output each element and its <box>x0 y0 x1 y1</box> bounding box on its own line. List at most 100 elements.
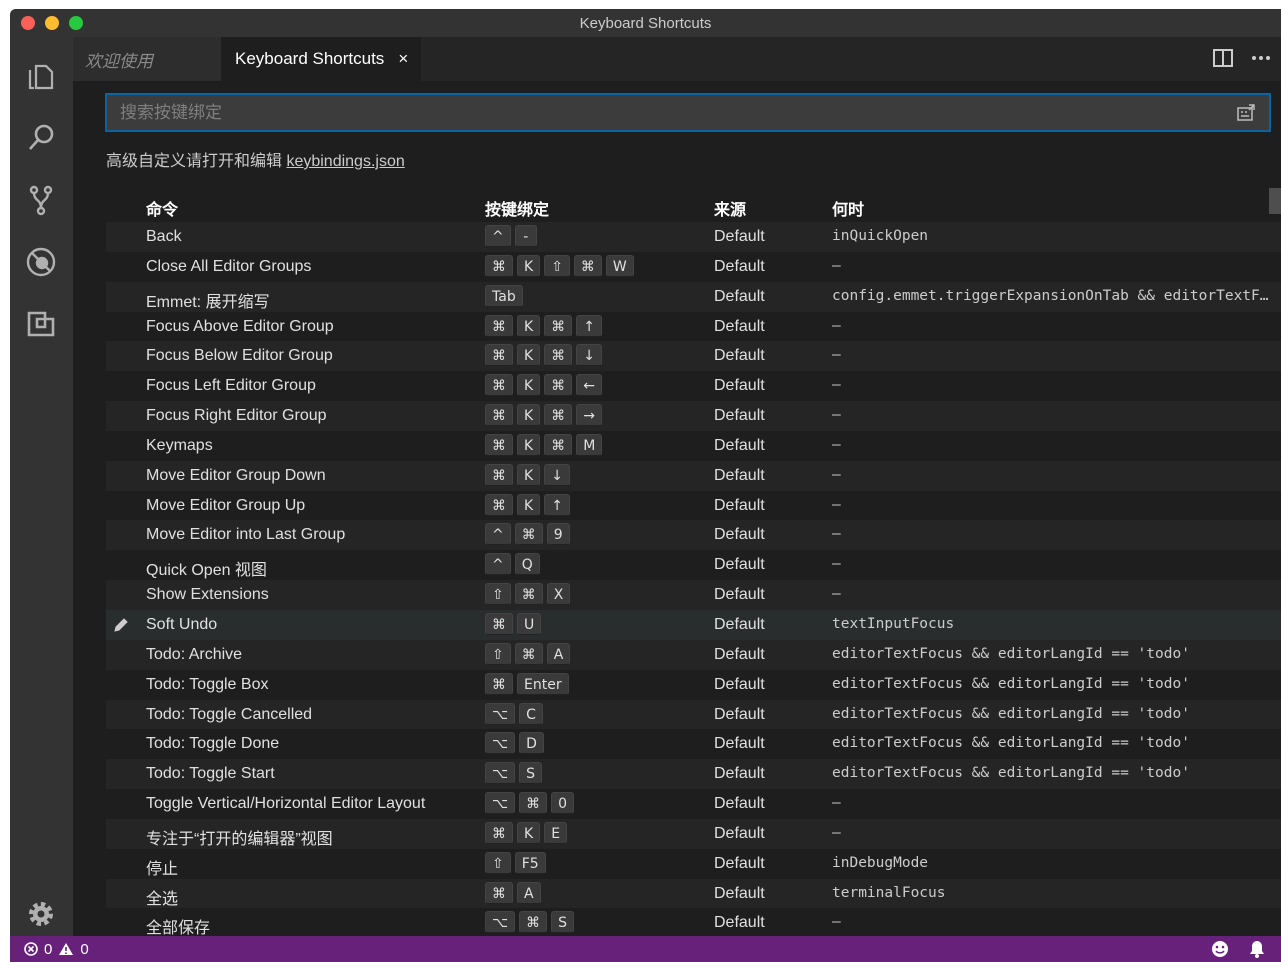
when-cell: editorTextFocus && editorLangId == 'todo… <box>832 645 1190 662</box>
gear-icon[interactable] <box>24 897 58 931</box>
source-cell: Default <box>714 914 765 932</box>
table-row[interactable]: 停止 ⇧ F5 Default inDebugMode <box>106 849 1281 879</box>
feedback-smiley-icon[interactable] <box>1211 940 1229 958</box>
key-cap: K <box>517 314 541 337</box>
table-row[interactable]: 全选 ⌘ A Default terminalFocus <box>106 878 1281 909</box>
tab-welcome[interactable]: 欢迎使用 <box>73 37 221 81</box>
command-cell: Focus Above Editor Group <box>146 317 334 335</box>
table-row[interactable]: Move Editor into Last Group ^ ⌘ 9 Default — <box>106 520 1281 551</box>
table-row[interactable]: Move Editor Group Up ⌘ K ↑ Default — <box>106 491 1281 521</box>
editor-actions <box>1213 49 1271 67</box>
tab-bar: 欢迎使用 Keyboard Shortcuts × <box>73 37 1281 81</box>
key-cap: ⇧ <box>485 583 511 606</box>
header-when[interactable]: 何时 <box>832 196 864 220</box>
key-cap: ⇧ <box>485 851 511 874</box>
source-cell: Default <box>714 526 765 544</box>
table-row[interactable]: Todo: Toggle Box ⌘ Enter Default editorTextF… <box>106 670 1281 700</box>
extensions-icon[interactable] <box>24 307 58 341</box>
key-cap: → <box>576 404 602 427</box>
table-row[interactable]: Quick Open 视图 ^ Q Default — <box>106 550 1281 580</box>
source-cell: Default <box>714 317 765 335</box>
keybinding-cell: ⌘ K ⌘ → <box>485 404 602 427</box>
table-row[interactable]: Emmet: 展开缩写 Tab Default config.emmet.trigge… <box>106 281 1281 312</box>
close-window-button[interactable] <box>21 16 35 30</box>
key-cap: W <box>605 254 634 277</box>
key-cap: K <box>517 344 541 367</box>
keybinding-cell: Tab <box>485 284 523 307</box>
source-control-icon[interactable] <box>24 183 58 217</box>
debug-icon[interactable] <box>24 245 58 279</box>
key-cap: ⇧ <box>485 642 511 665</box>
header-command[interactable]: 命令 <box>146 196 178 220</box>
keybindings-json-link[interactable]: keybindings.json <box>286 153 404 170</box>
key-cap: K <box>517 463 541 486</box>
table-row[interactable]: Focus Above Editor Group ⌘ K ⌘ ↑ Default — <box>106 312 1281 342</box>
table-row[interactable]: Todo: Toggle Cancelled ⌥ C Default editorTex… <box>106 699 1281 730</box>
record-keys-icon[interactable] <box>1237 104 1257 122</box>
keybinding-cell: ⇧ ⌘ A <box>485 642 571 665</box>
explorer-icon[interactable] <box>24 59 58 93</box>
source-cell: Default <box>714 615 765 633</box>
key-cap: U <box>517 612 542 635</box>
split-editor-icon[interactable] <box>1213 49 1233 67</box>
tab-keyboard-shortcuts[interactable]: Keyboard Shortcuts × <box>221 37 421 81</box>
search-icon[interactable] <box>24 121 58 155</box>
table-row[interactable]: Focus Right Editor Group ⌘ K ⌘ → Default — <box>106 401 1281 431</box>
key-cap: C <box>519 702 543 725</box>
close-tab-icon[interactable]: × <box>398 49 408 69</box>
table-row[interactable]: Soft Undo ⌘ U Default textInputFocus <box>106 609 1281 640</box>
key-cap: - <box>514 225 537 247</box>
command-cell: 全选 <box>146 890 179 908</box>
more-actions-icon[interactable] <box>1251 55 1271 61</box>
table-row[interactable]: Close All Editor Groups ⌘ K ⇧ ⌘ W Default — <box>106 252 1281 282</box>
key-cap: ⌘ <box>514 583 543 606</box>
key-cap: X <box>546 583 571 606</box>
when-cell: — <box>832 914 841 931</box>
table-row[interactable]: Todo: Archive ⇧ ⌘ A Default editorTextFocus &… <box>106 639 1281 670</box>
minimize-window-button[interactable] <box>45 16 59 30</box>
table-row[interactable]: Show Extensions ⇧ ⌘ X Default — <box>106 580 1281 610</box>
notifications-bell-icon[interactable] <box>1249 940 1265 958</box>
header-source[interactable]: 来源 <box>714 196 746 220</box>
command-cell: 全部保存 <box>146 920 211 936</box>
key-cap: ⌘ <box>485 314 513 337</box>
key-cap: ⌘ <box>519 792 548 815</box>
when-cell: inDebugMode <box>832 854 929 871</box>
tab-label: Keyboard Shortcuts <box>235 49 385 68</box>
when-cell: editorTextFocus && editorLangId == 'todo… <box>832 735 1190 752</box>
key-cap: ^ <box>485 225 511 247</box>
source-cell: Default <box>714 795 765 813</box>
source-cell: Default <box>714 645 765 663</box>
key-cap: ⌘ <box>519 911 548 934</box>
table-row[interactable]: Keymaps ⌘ K ⌘ M Default — <box>106 431 1281 461</box>
edit-keybinding-icon[interactable] <box>112 616 130 634</box>
table-row[interactable]: Focus Left Editor Group ⌘ K ⌘ ← Default — <box>106 371 1281 401</box>
when-cell: editorTextFocus && editorLangId == 'todo… <box>832 675 1190 692</box>
table-row[interactable]: Todo: Toggle Done ⌥ D Default editorTextFocu… <box>106 729 1281 759</box>
when-cell: — <box>832 586 841 603</box>
scrollbar-thumb[interactable] <box>1269 188 1281 214</box>
key-cap: ⌘ <box>573 254 602 277</box>
table-row[interactable]: Focus Below Editor Group ⌘ K ⌘ ↓ Default — <box>106 341 1281 372</box>
table-row[interactable]: Toggle Vertical/Horizontal Editor Layout… <box>106 789 1281 819</box>
source-cell: Default <box>714 705 765 723</box>
key-cap: ⌘ <box>485 463 513 486</box>
table-row[interactable]: Move Editor Group Down ⌘ K ↓ Default — <box>106 460 1281 491</box>
table-row[interactable]: 专注于“打开的编辑器”视图 ⌘ K E Default — <box>106 818 1281 849</box>
key-cap: ⌥ <box>485 911 516 934</box>
table-body: Back ^ - Default inQuickOpen Close All Editor… <box>106 222 1281 936</box>
zoom-window-button[interactable] <box>69 16 83 30</box>
when-cell: editorTextFocus && editorLangId == 'todo… <box>832 705 1190 722</box>
keybinding-cell: ^ - <box>485 225 537 247</box>
command-cell: Toggle Vertical/Horizontal Editor Layout <box>146 795 426 813</box>
header-keybinding[interactable]: 按键绑定 <box>485 196 549 220</box>
table-row[interactable]: 全部保存 ⌥ ⌘ S Default — <box>106 908 1281 936</box>
when-cell: — <box>832 377 841 394</box>
source-cell: Default <box>714 496 765 514</box>
search-box <box>105 93 1271 132</box>
table-row[interactable]: Back ^ - Default inQuickOpen <box>106 222 1281 252</box>
problems-indicator[interactable]: 0 0 <box>24 941 89 958</box>
search-input[interactable] <box>107 95 1269 130</box>
when-cell: editorTextFocus && editorLangId == 'todo… <box>832 765 1190 782</box>
table-row[interactable]: Todo: Toggle Start ⌥ S Default editorTextFoc… <box>106 759 1281 790</box>
